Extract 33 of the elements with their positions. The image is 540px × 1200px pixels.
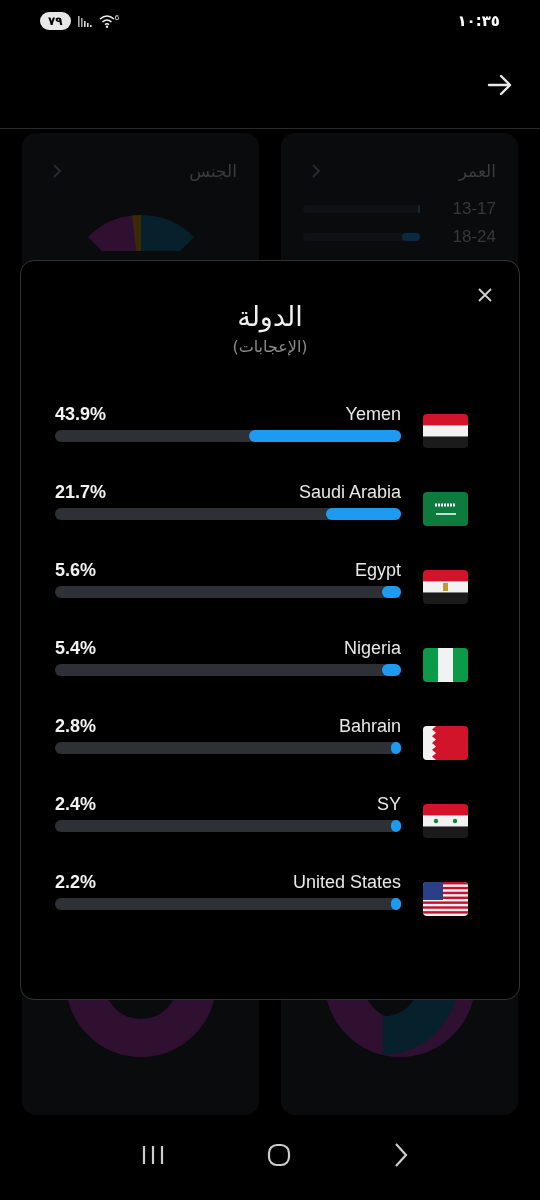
flag-icon	[423, 726, 468, 760]
percent-value: 2.4%	[55, 794, 97, 814]
flag-icon	[423, 492, 468, 526]
country-name: Yemen	[345, 404, 401, 424]
percent-value: 21.7%	[55, 482, 107, 502]
percent-value: 5.6%	[55, 560, 97, 580]
percent-value: 2.8%	[55, 716, 97, 736]
dialog-title: الدولة	[237, 301, 303, 333]
flag-icon	[423, 648, 468, 682]
country-name: SY	[377, 794, 401, 814]
country-name: Saudi Arabia	[298, 482, 401, 502]
country-name: Nigeria	[343, 638, 401, 658]
battery-indicator: ٧٩	[40, 12, 71, 30]
dialog-subtitle: (الإعجابات)	[232, 337, 308, 356]
percent-value: 43.9%	[55, 404, 107, 424]
flag-icon	[423, 414, 468, 448]
flag-icon	[423, 804, 468, 838]
percent-value: 5.4%	[55, 638, 97, 658]
flag-icon	[423, 570, 468, 604]
country-name: Bahrain	[338, 716, 401, 736]
recent-apps-icon[interactable]	[141, 1143, 165, 1166]
close-icon[interactable]	[477, 287, 493, 303]
wifi-icon	[98, 14, 115, 28]
percent-value: 2.2%	[55, 872, 97, 892]
back-arrow-icon[interactable]	[487, 74, 513, 96]
clock: ١٠:٣٥	[457, 12, 500, 30]
signal-icon	[76, 14, 93, 28]
country-name: United States	[292, 872, 401, 892]
country-name: Egypt	[354, 560, 401, 580]
wifi-label: 6	[114, 14, 120, 22]
back-chevron-icon[interactable]	[393, 1141, 409, 1168]
flag-icon	[423, 882, 468, 916]
home-icon[interactable]	[267, 1142, 291, 1167]
